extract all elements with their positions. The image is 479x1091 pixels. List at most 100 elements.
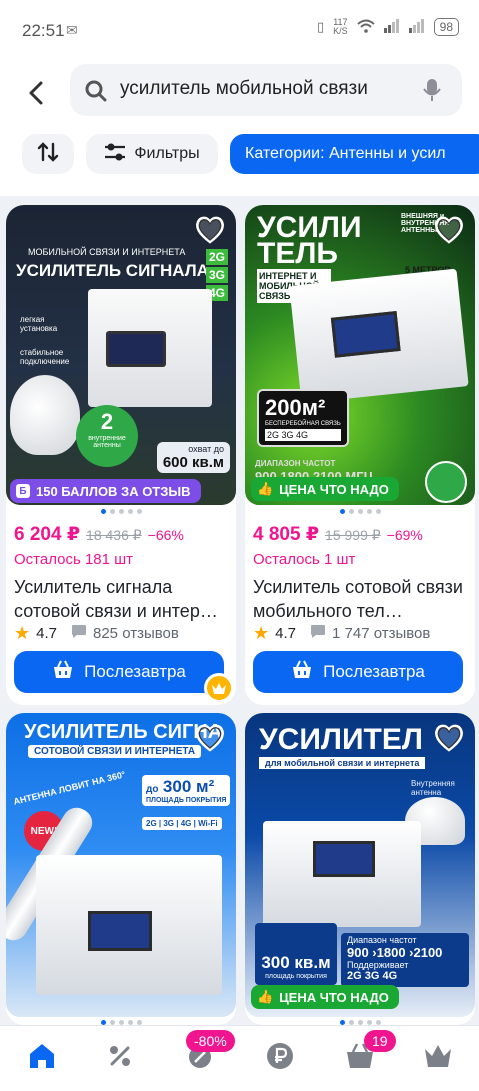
price: 6 204 ₽: [14, 524, 81, 545]
favorite-heart-icon[interactable]: [194, 723, 226, 758]
product-image[interactable]: УСИЛИ ТЕЛЬ ИНТЕРНЕТ И МОБИЛЬНОЙ СВЯЗЬ ВН…: [245, 205, 475, 505]
image-headline: УСИЛИТЕЛ: [259, 723, 423, 756]
image-caption: СОТОВОЙ СВЯЗИ И ИНТЕРНЕТА: [28, 745, 202, 758]
battery-icon: 98: [433, 18, 459, 36]
thumbs-up-icon: 👍: [257, 989, 274, 1004]
reviews-count: 825 отзывов: [93, 625, 179, 642]
clock: 22:51: [22, 21, 65, 40]
image-caption: для мобильной связи и интернета: [259, 757, 426, 769]
coverage-box: 200м² БЕСПЕРЕБОЙНАЯ СВЯЗЬ 2G 3G 4G: [257, 389, 349, 447]
dome-antenna: [10, 375, 80, 455]
search-header: усилитель мобильной связи: [0, 58, 479, 126]
product-image[interactable]: МОБИЛЬНОЙ СВЯЗИ И ИНТЕРНЕТА УСИЛИТЕЛЬ СИ…: [6, 205, 236, 505]
antenna-count-badge: 2 внутренние антенны: [76, 405, 138, 467]
old-price: 18 436 ₽: [86, 527, 142, 543]
signal-icon-2: [408, 18, 425, 36]
reviews-count: 1 747 отзывов: [332, 625, 431, 642]
search-query: усилитель мобильной связи: [120, 78, 368, 99]
buy-label: Послезавтра: [323, 662, 425, 681]
bands-caption: 2G | 3G | 4G | Wi-Fi: [142, 817, 222, 830]
crown-icon: [204, 673, 234, 703]
status-icons: ▯ 117 K/S 98: [317, 18, 459, 36]
buy-button[interactable]: Послезавтра: [14, 651, 224, 693]
repeater-device: [263, 821, 421, 927]
stock-left: Осталось 1 шт: [253, 551, 356, 568]
percent-icon: [106, 1042, 134, 1075]
sort-icon: [37, 141, 59, 168]
image-headline: УСИЛИТЕЛЬ СИГНАЛА: [16, 261, 209, 280]
repeater-device: [88, 289, 212, 407]
favorite-heart-icon[interactable]: [433, 215, 465, 250]
mail-icon: ✉: [66, 22, 78, 38]
search-input[interactable]: усилитель мобильной связи: [70, 64, 462, 116]
product-image[interactable]: УСИЛИТЕЛЬ СИГНА СОТОВОЙ СВЯЗИ И ИНТЕРНЕТ…: [6, 713, 236, 1017]
discount: −69%: [386, 527, 423, 543]
filter-sliders-icon: [104, 142, 126, 167]
star-icon: ★: [253, 623, 270, 643]
filters-label: Фильтры: [134, 145, 200, 162]
sort-button[interactable]: [22, 134, 74, 174]
basket-icon: [52, 660, 74, 685]
frequency-box: Диапазон частот 900 ›1800 ›2100 Поддержи…: [341, 933, 469, 987]
product-card[interactable]: УСИЛИ ТЕЛЬ ИНТЕРНЕТ И МОБИЛЬНОЙ СВЯЗЬ ВН…: [245, 205, 475, 705]
coverage-box: 300 кв.м площадь покрытия: [255, 923, 337, 985]
nav-payments[interactable]: [262, 1040, 298, 1076]
feature-label: стабильное подключение: [20, 348, 70, 366]
crown-profile-icon: [423, 1043, 453, 1074]
star-icon: ★: [14, 623, 31, 643]
microphone-icon[interactable]: [422, 78, 442, 107]
rating-value: 4.7: [36, 625, 57, 642]
product-title[interactable]: Усилитель сотовой связи мобильного тел…: [253, 575, 467, 623]
nav-promo[interactable]: [102, 1040, 138, 1076]
price-row: 6 204 ₽ 18 436 ₽ −66%: [14, 523, 184, 546]
product-card[interactable]: МОБИЛЬНОЙ СВЯЗИ И ИНТЕРНЕТА УСИЛИТЕЛЬ СИ…: [6, 205, 236, 705]
old-price: 15 999 ₽: [325, 527, 381, 543]
comment-icon: [71, 624, 87, 643]
thumbs-up-icon: 👍: [257, 481, 274, 496]
nav-home[interactable]: [24, 1040, 60, 1076]
basket-icon: [291, 660, 313, 685]
wifi-icon: [356, 19, 375, 36]
status-bar: 22:51 ✉ ▯ 117 K/S 98: [0, 0, 479, 58]
rating-row: ★ 4.7 1 747 отзывов: [253, 623, 430, 644]
gear-badge: [425, 461, 467, 503]
discount: −66%: [147, 527, 184, 543]
repeater-device: [36, 855, 222, 995]
favorite-heart-icon[interactable]: [433, 723, 465, 758]
home-icon: [27, 1042, 57, 1075]
ruble-icon: [265, 1041, 295, 1076]
bonus-icon: Б: [16, 484, 30, 498]
stock-left: Осталось 181 шт: [14, 551, 134, 568]
buy-button[interactable]: Послезавтра: [253, 651, 463, 693]
category-chip[interactable]: Категории: Антенны и усил: [230, 134, 479, 174]
product-title[interactable]: Усилитель сигнала сотовой связи и интер…: [14, 575, 228, 623]
back-arrow-icon[interactable]: [22, 78, 52, 108]
bottom-navigation: -80% 19: [0, 1025, 479, 1091]
product-card[interactable]: УСИЛИТЕЛЬ СИГНА СОТОВОЙ СВЯЗИ И ИНТЕРНЕТ…: [6, 713, 236, 1025]
signal-icon: [383, 18, 400, 36]
image-headline: УСИЛИТЕЛЬ СИГНА: [24, 721, 223, 743]
antenna-caption: Внутренняя антенна: [411, 779, 455, 797]
feature-label: легкая установка: [20, 315, 58, 333]
fair-price-badge: 👍 ЦЕНА ЧТО НАДО: [251, 477, 399, 501]
image-pager: [245, 509, 475, 514]
arc-caption: АНТЕННА ЛОВИТ НА 360°: [12, 769, 127, 807]
rating-value: 4.7: [275, 625, 296, 642]
search-icon: [84, 79, 108, 108]
image-caption: МОБИЛЬНОЙ СВЯЗИ И ИНТЕРНЕТА: [28, 247, 186, 257]
image-pager: [6, 509, 236, 514]
product-image[interactable]: УСИЛИТЕЛ для мобильной связи и интернета…: [245, 713, 475, 1017]
comment-icon: [310, 624, 326, 643]
nav-profile[interactable]: [420, 1040, 456, 1076]
repeater-device: [289, 268, 469, 404]
favorite-heart-icon[interactable]: [194, 215, 226, 250]
bonus-badge: Б 150 БАЛЛОВ ЗА ОТЗЫВ: [10, 479, 201, 503]
filter-chips: Фильтры Категории: Антенны и усил: [0, 126, 479, 196]
price-row: 4 805 ₽ 15 999 ₽ −69%: [253, 523, 423, 546]
rating-row: ★ 4.7 825 отзывов: [14, 623, 179, 644]
range-caption: ДИАПАЗОН ЧАСТОТ: [255, 459, 336, 468]
filters-button[interactable]: Фильтры: [86, 134, 218, 174]
price: 4 805 ₽: [253, 524, 320, 545]
buy-label: Послезавтра: [84, 662, 186, 681]
product-card[interactable]: УСИЛИТЕЛ для мобильной связи и интернета…: [245, 713, 475, 1025]
